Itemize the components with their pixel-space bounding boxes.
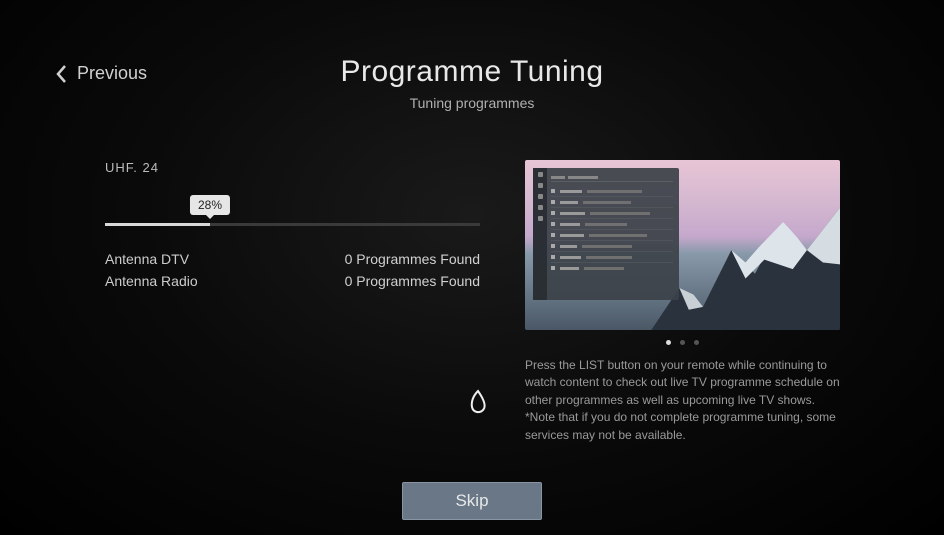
results-list: Antenna DTV 0 Programmes Found Antenna R…	[105, 248, 480, 292]
carousel-indicator[interactable]	[525, 340, 840, 345]
result-value: 0 Programmes Found	[345, 251, 480, 267]
skip-label: Skip	[455, 491, 488, 511]
previous-button[interactable]: Previous	[55, 63, 147, 84]
progress-bar: 28%	[105, 223, 480, 226]
result-label: Antenna DTV	[105, 251, 189, 267]
preview-image	[525, 160, 840, 330]
previous-label: Previous	[77, 63, 147, 84]
result-value: 0 Programmes Found	[345, 273, 480, 289]
tuning-panel: UHF. 24 28% Antenna DTV 0 Programmes Fou…	[105, 160, 480, 292]
result-row: Antenna Radio 0 Programmes Found	[105, 270, 480, 292]
carousel-dot[interactable]	[666, 340, 671, 345]
carousel-dot[interactable]	[694, 340, 699, 345]
channel-label: UHF. 24	[105, 160, 480, 175]
result-row: Antenna DTV 0 Programmes Found	[105, 248, 480, 270]
info-panel: Press the LIST button on your remote whi…	[525, 160, 840, 444]
progress-track	[105, 223, 480, 226]
pointer-cursor-icon	[467, 388, 489, 416]
header: Previous Programme Tuning Tuning program…	[0, 55, 944, 111]
progress-fill	[105, 223, 210, 226]
skip-button[interactable]: Skip	[402, 482, 542, 520]
progress-tooltip: 28%	[190, 195, 230, 215]
page-subtitle: Tuning programmes	[0, 95, 944, 111]
mountain-illustration	[651, 203, 840, 331]
help-text: Press the LIST button on your remote whi…	[525, 357, 840, 444]
chevron-left-icon	[55, 64, 67, 84]
programme-list-overlay	[533, 168, 679, 300]
carousel-dot[interactable]	[680, 340, 685, 345]
result-label: Antenna Radio	[105, 273, 198, 289]
